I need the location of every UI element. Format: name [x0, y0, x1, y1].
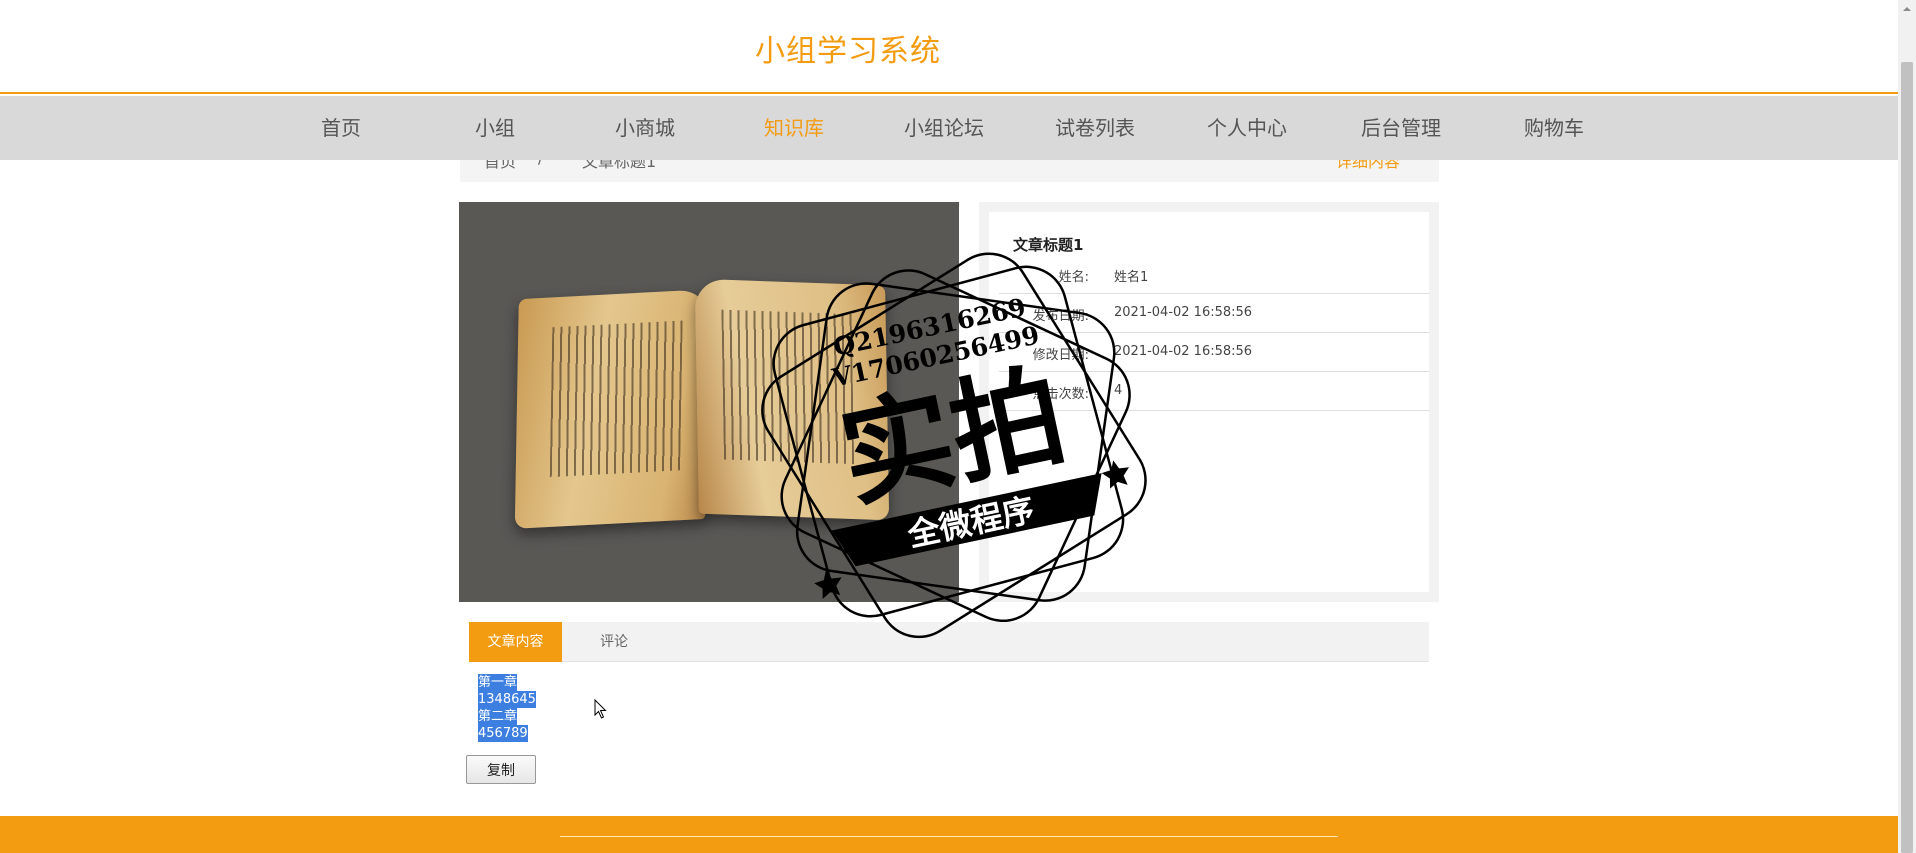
- site-title: 小组学习系统: [755, 34, 941, 69]
- article-info-panel: 文章标题1 姓名: 姓名1 发布日期: 2021-04-02 16:58:56 …: [979, 202, 1439, 602]
- mouse-pointer-icon: [594, 699, 607, 719]
- page: 小组学习系统 首页 / 文章标题1 详细内容 首页 小组 小商城 知识库 小组论…: [0, 0, 1916, 853]
- site-footer: [0, 816, 1898, 853]
- site-header: 小组学习系统: [0, 0, 1898, 94]
- info-row-author: 姓名: 姓名1: [999, 255, 1429, 294]
- content-line: 1348645: [478, 691, 536, 708]
- book-page-right: [694, 278, 890, 521]
- nav-item-forum[interactable]: 小组论坛: [904, 96, 984, 160]
- info-label: 发布日期:: [1032, 309, 1089, 324]
- content-line: 456789: [478, 725, 528, 742]
- nav-item-personal-center[interactable]: 个人中心: [1207, 96, 1287, 160]
- scroll-up-arrow-icon[interactable]: [1898, 0, 1916, 18]
- main-nav: 首页 小组 小商城 知识库 小组论坛 试卷列表 个人中心 后台管理 购物车: [0, 96, 1898, 160]
- nav-item-group[interactable]: 小组: [475, 96, 515, 160]
- article-image: [459, 202, 959, 602]
- book-text-lines-left: [549, 320, 683, 478]
- info-row-click-count: 点击次数: 4: [999, 372, 1429, 411]
- info-label: 姓名:: [1058, 270, 1089, 285]
- info-value: 4: [1114, 383, 1123, 398]
- nav-item-exam-list[interactable]: 试卷列表: [1055, 96, 1135, 160]
- scrollbar-thumb[interactable]: [1901, 62, 1913, 853]
- tab-article-content[interactable]: 文章内容: [469, 622, 562, 662]
- nav-item-shop[interactable]: 小商城: [615, 96, 675, 160]
- info-value: 2021-04-02 16:58:56: [1114, 344, 1253, 359]
- book-photo: [514, 274, 890, 529]
- article-tabs: 文章内容 评论: [469, 622, 1429, 662]
- article-title: 文章标题1: [1013, 236, 1084, 254]
- nav-item-home[interactable]: 首页: [321, 96, 361, 160]
- tab-comments[interactable]: 评论: [584, 622, 644, 662]
- content-line: 第二章: [478, 708, 518, 725]
- page-scrollbar[interactable]: [1898, 0, 1916, 853]
- info-label: 修改日期:: [1032, 348, 1089, 363]
- nav-item-cart[interactable]: 购物车: [1524, 96, 1584, 160]
- nav-item-knowledge-base[interactable]: 知识库: [764, 96, 824, 160]
- info-value: 姓名1: [1114, 270, 1149, 285]
- info-label: 点击次数:: [1032, 387, 1089, 402]
- content-line: 第一章: [478, 674, 518, 691]
- copy-button[interactable]: 复制: [466, 755, 536, 784]
- book-page-left: [514, 289, 710, 529]
- article-content: 第一章 1348645 第二章 456789: [478, 674, 536, 742]
- info-row-modify-date: 修改日期: 2021-04-02 16:58:56: [999, 333, 1429, 372]
- info-row-publish-date: 发布日期: 2021-04-02 16:58:56: [999, 294, 1429, 333]
- article-info-card: 文章标题1 姓名: 姓名1 发布日期: 2021-04-02 16:58:56 …: [989, 212, 1429, 592]
- footer-divider: [560, 836, 1338, 837]
- info-value: 2021-04-02 16:58:56: [1114, 305, 1253, 320]
- nav-item-admin[interactable]: 后台管理: [1361, 96, 1441, 160]
- book-text-lines-right: [721, 309, 855, 465]
